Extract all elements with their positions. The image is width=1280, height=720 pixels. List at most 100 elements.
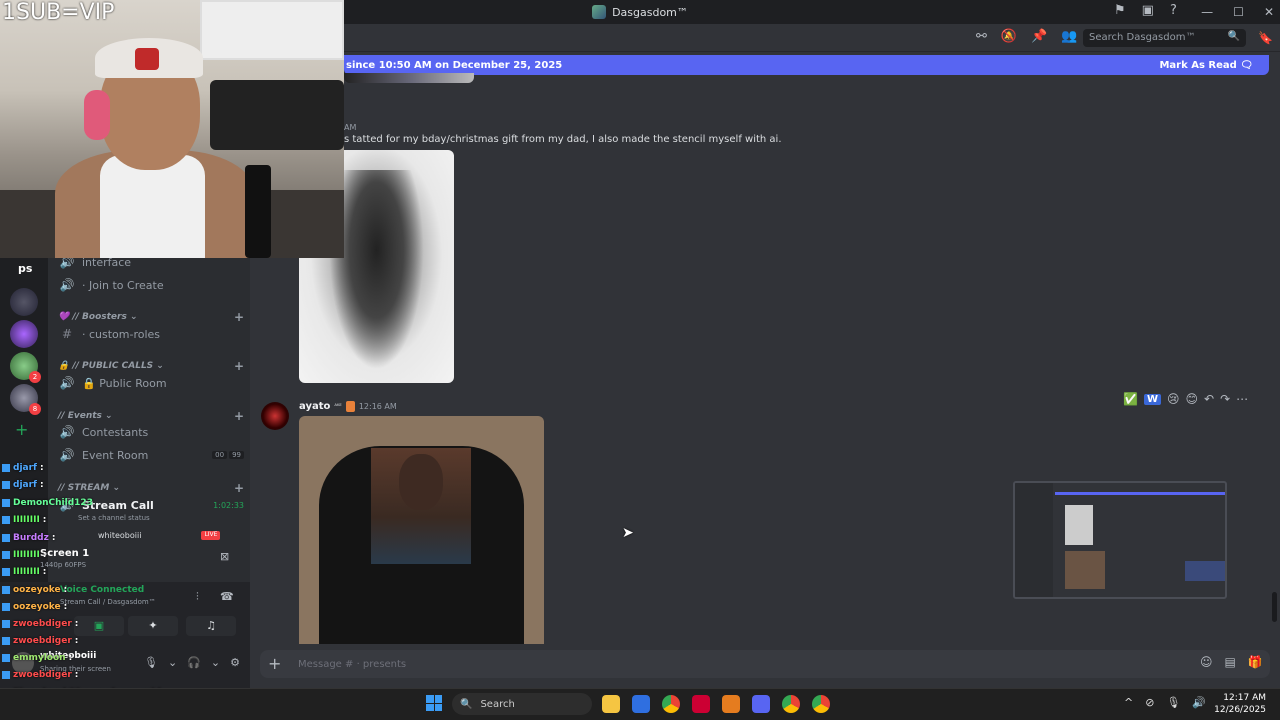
server-icon[interactable]: 8	[10, 384, 41, 415]
chat-text: :	[39, 480, 44, 490]
reply-icon[interactable]: ↶	[1204, 392, 1214, 406]
camera-button[interactable]: ▣	[74, 616, 124, 636]
chat-message: IIIIIIII:	[2, 550, 46, 560]
add-channel-icon: +	[233, 481, 244, 495]
reaction-w-icon[interactable]: W	[1143, 393, 1161, 405]
attach-plus-icon[interactable]: +	[268, 654, 281, 673]
threads-icon[interactable]: ⚯	[976, 29, 987, 44]
sticker-icon[interactable]: ☺	[1200, 655, 1213, 669]
chat-text: :	[42, 550, 47, 560]
server-icon[interactable]	[10, 320, 38, 348]
mic-icon[interactable]: 🎙	[1166, 696, 1180, 709]
speaker-icon[interactable]: 🔊	[1192, 696, 1206, 709]
headset-icon[interactable]: 🎧	[187, 656, 201, 669]
clock[interactable]: 12:17 AM 12/26/2025	[1214, 692, 1266, 716]
maximize-button[interactable]: ☐	[1233, 5, 1244, 19]
chrome-icon[interactable]	[812, 695, 830, 713]
chrome-icon[interactable]	[782, 695, 800, 713]
mute-icon[interactable]: 🔕	[1001, 29, 1017, 44]
avatar[interactable]	[261, 402, 289, 430]
tray-expand-icon[interactable]: ^	[1124, 696, 1133, 709]
channel-custom-roles[interactable]: # · custom-roles	[58, 324, 244, 344]
server-icon[interactable]	[10, 288, 38, 316]
channel-status[interactable]: Set a channel status	[78, 514, 150, 522]
message-actions: ✅ W 😢 😊 ↶ ↷ ⋯	[1123, 392, 1248, 406]
chat-username: djarf	[13, 480, 37, 490]
disconnect-icon[interactable]: ☎	[220, 590, 234, 603]
category-boosters[interactable]: 💜 // Boosters ⌄ +	[58, 310, 244, 324]
chat-message: Burddz:	[2, 533, 55, 543]
category-events[interactable]: // Events ⌄ +	[58, 409, 244, 423]
chat-badge-icon	[2, 620, 10, 628]
server-name-partial: ps	[18, 262, 33, 275]
add-reaction-icon[interactable]: 😊	[1186, 392, 1199, 406]
camera-icon: ▣	[93, 619, 105, 632]
chat-text: :	[74, 636, 79, 646]
gif-icon[interactable]: ▤	[1225, 655, 1236, 669]
scrollbar[interactable]	[1272, 592, 1277, 622]
channel-join-to-create[interactable]: 🔊 · Join to Create	[58, 275, 244, 295]
chat-badge-icon	[2, 654, 10, 662]
file-explorer-icon[interactable]	[602, 695, 620, 713]
channel-event-room[interactable]: 🔊 Event Room 00 99	[58, 445, 244, 465]
chat-badge-icon	[2, 637, 10, 645]
voice-channel-path[interactable]: Stream Call / Dasgasdom™	[60, 598, 156, 606]
chrome-icon[interactable]	[662, 695, 680, 713]
start-icon[interactable]	[426, 695, 442, 711]
search-placeholder: Search Dasgasdom™	[1089, 32, 1196, 43]
tray-app-icon[interactable]: ⊘	[1145, 696, 1154, 709]
more-icon[interactable]: ⋯	[1236, 392, 1248, 406]
chat-username: IIIIIIII	[13, 550, 40, 560]
pin-icon[interactable]: 📌	[1031, 29, 1047, 44]
mark-as-read-button[interactable]: Mark As Read 🗨	[1159, 60, 1253, 71]
obs-icon[interactable]	[692, 695, 710, 713]
bookmark-icon[interactable]: 🔖	[1258, 31, 1273, 45]
minimize-button[interactable]: —	[1201, 5, 1213, 19]
new-messages-banner[interactable]: since 10:50 AM on December 25, 2025 Mark…	[344, 55, 1269, 75]
close-preview-icon[interactable]: ⊠	[220, 550, 229, 563]
reaction-sad-icon[interactable]: 😢	[1167, 392, 1180, 406]
category-stream[interactable]: // STREAM ⌄ +	[58, 481, 244, 495]
gift-icon[interactable]: 🎁	[1248, 655, 1263, 669]
store-icon[interactable]	[632, 695, 650, 713]
chevron-down-icon[interactable]: ⌄	[211, 656, 220, 669]
reaction-check-icon[interactable]: ✅	[1123, 392, 1138, 406]
help-icon[interactable]: ?	[1170, 3, 1177, 18]
previous-image-bottom	[344, 73, 474, 83]
app-icon[interactable]	[722, 695, 740, 713]
chat-username: IIIIIIII	[13, 567, 40, 577]
voice-connected[interactable]: Voice Connected	[60, 585, 144, 595]
clock-date: 12/26/2025	[1214, 705, 1266, 715]
channel-contestants[interactable]: 🔊 Contestants	[58, 422, 244, 442]
flag-icon[interactable]: ⚑	[1114, 3, 1126, 18]
chat-message: oozeyoke:	[2, 602, 67, 612]
add-server-icon[interactable]: +	[15, 420, 28, 439]
author-tag: ᴬᴷᴱ	[334, 403, 342, 410]
live-user[interactable]: whiteoboiii LIVE	[98, 531, 221, 540]
chat-username: oozeyoke	[13, 585, 61, 595]
add-channel-icon: +	[233, 310, 244, 324]
soundboard-button[interactable]: ♫	[186, 616, 236, 636]
discord-icon[interactable]	[752, 695, 770, 713]
chat-badge-icon	[2, 534, 10, 542]
taskbar-search[interactable]: 🔍 Search	[452, 693, 592, 715]
screen-label: Screen 1	[40, 548, 90, 559]
message-author[interactable]: ayato	[299, 401, 330, 412]
mic-icon[interactable]: 🎙	[144, 656, 158, 669]
tshirt-image[interactable]	[299, 416, 544, 644]
channel-public-room[interactable]: 🔊 🔒 Public Room	[58, 373, 244, 393]
screen-share-preview[interactable]	[1013, 481, 1227, 599]
search-input[interactable]: Search Dasgasdom™ 🔍	[1083, 29, 1246, 47]
inbox-icon[interactable]: ▣	[1142, 3, 1154, 18]
category-public-calls[interactable]: 🔒 // PUBLIC CALLS ⌄ +	[58, 359, 244, 373]
close-button[interactable]: ✕	[1264, 5, 1274, 19]
forward-icon[interactable]: ↷	[1220, 392, 1230, 406]
activity-button[interactable]: ✦	[128, 616, 178, 636]
settings-gear-icon[interactable]: ⚙	[230, 656, 240, 669]
noise-suppression-icon[interactable]: ⫶	[196, 590, 199, 604]
chevron-down-icon[interactable]: ⌄	[168, 656, 177, 669]
message-input[interactable]: Message # · presents	[260, 650, 1270, 678]
chat-text: :	[63, 585, 68, 595]
members-icon[interactable]: 👥	[1061, 29, 1077, 44]
server-icon[interactable]: 2	[10, 352, 41, 383]
